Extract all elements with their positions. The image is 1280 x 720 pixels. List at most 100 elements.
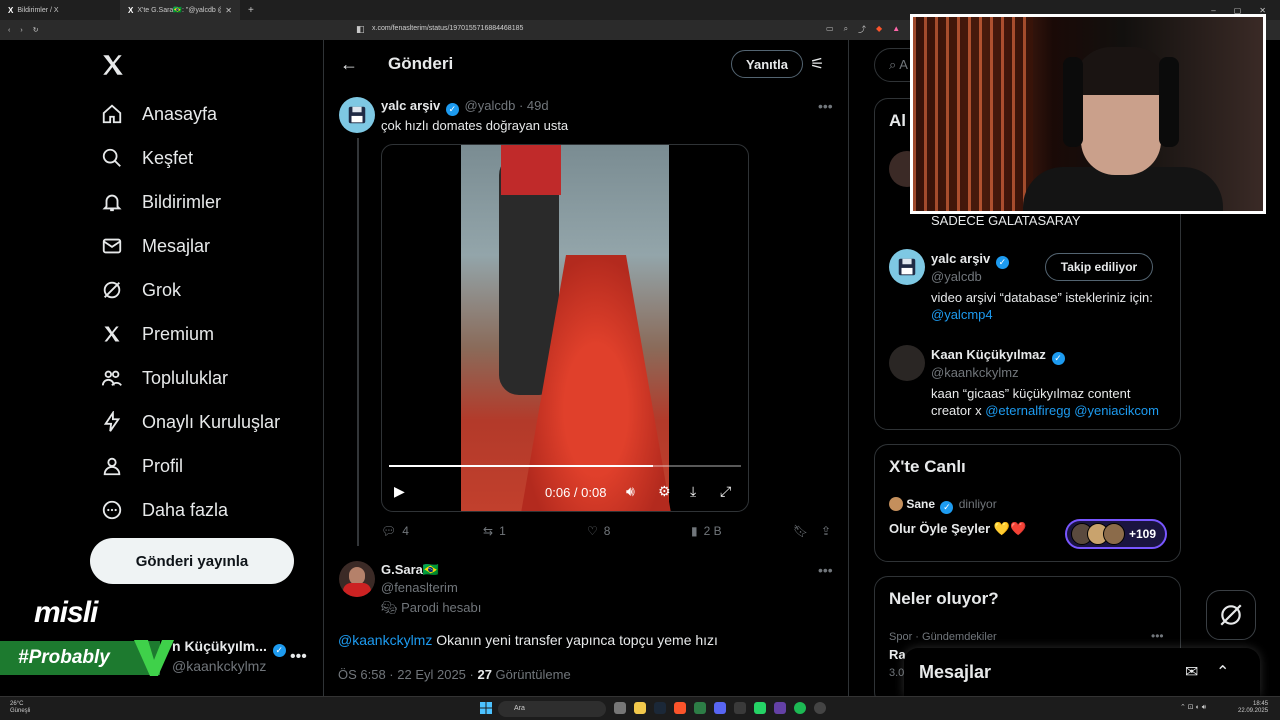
- taskbar-search[interactable]: Ara: [498, 701, 606, 717]
- clock[interactable]: 18:45 22.09.2025: [1238, 701, 1268, 715]
- nav-label: Topluluklar: [142, 367, 229, 388]
- windows-start-icon[interactable]: [480, 702, 492, 714]
- nav-label: Grok: [142, 279, 182, 300]
- nav-item-messages[interactable]: Mesajlar: [100, 232, 210, 260]
- user-name[interactable]: yalc arşiv ✓: [931, 251, 1011, 269]
- nav-item-communities[interactable]: Topluluklar: [100, 364, 228, 392]
- author-name[interactable]: yalc arşiv: [381, 98, 440, 113]
- obs-icon[interactable]: [814, 702, 826, 714]
- close-tab-icon[interactable]: ✕: [225, 6, 232, 15]
- post-button[interactable]: Gönderi yayınla: [90, 538, 294, 584]
- app-icon[interactable]: [694, 702, 706, 714]
- video-player[interactable]: ▶ 0:06 / 0:08 🔊︎ ⚙ ⤓ ⤢: [381, 144, 749, 512]
- forward-nav-icon[interactable]: ›: [20, 27, 22, 34]
- bookmark-icon[interactable]: ◧: [356, 24, 365, 35]
- tab-post[interactable]: X X'te G.Sara🇧🇷: "@yalcdb @k... ✕: [120, 0, 240, 20]
- nav-item-explore[interactable]: Keşfet: [100, 144, 193, 172]
- picture-in-picture-icon[interactable]: ⤓: [690, 483, 696, 500]
- post-more-icon[interactable]: •••: [818, 98, 833, 114]
- user-handle[interactable]: @kaankckylmz: [931, 365, 1019, 380]
- grok-button[interactable]: [1206, 590, 1256, 640]
- reply-author-name[interactable]: G.Sara🇧🇷: [381, 562, 439, 577]
- space-title[interactable]: Olur Öyle Şeyler 💛❤️: [889, 521, 1026, 537]
- tab-notifications[interactable]: X Bildirimler / X: [0, 0, 120, 20]
- nav-item-premium[interactable]: Premium: [100, 320, 214, 348]
- like-action[interactable]: ♡ 8: [587, 524, 610, 538]
- fullscreen-icon[interactable]: ⤢: [720, 483, 731, 500]
- brave-icon[interactable]: [674, 702, 686, 714]
- x-logo-icon[interactable]: [100, 52, 126, 85]
- reply-text: @kaankckylmz Okanın yeni transfer yapınc…: [338, 632, 718, 648]
- avatar[interactable]: [339, 561, 375, 597]
- streamer-hair: [1073, 47, 1171, 95]
- whatsapp-icon[interactable]: [754, 702, 766, 714]
- user-name[interactable]: Kaan Küçükyılmaz ✓: [931, 347, 1067, 365]
- first-user-bio: SADECE GALATASARAY: [931, 213, 1081, 228]
- user-handle[interactable]: @yalcdb: [931, 269, 982, 284]
- bio-link[interactable]: @yalcmp4: [931, 307, 993, 322]
- avatar[interactable]: [339, 97, 375, 133]
- avatar[interactable]: [889, 249, 925, 285]
- nav-item-verified-orgs[interactable]: Onaylı Kuruluşlar: [100, 408, 280, 436]
- reply-author-handle[interactable]: @fenaslterim: [381, 580, 458, 595]
- task-view-icon[interactable]: [614, 702, 626, 714]
- following-button[interactable]: Takip ediliyor: [1045, 253, 1153, 281]
- nav-item-grok[interactable]: Grok: [100, 276, 181, 304]
- mask-icon: 🎭︎: [381, 600, 398, 615]
- share-icon[interactable]: ⤴: [858, 24, 866, 35]
- share-post-icon[interactable]: ⇪: [821, 524, 831, 538]
- reload-icon[interactable]: ↻: [33, 26, 39, 34]
- author-handle[interactable]: @yalcdb: [465, 98, 516, 113]
- nav-item-more[interactable]: Daha fazla: [100, 496, 228, 524]
- brave-rewards-icon[interactable]: ▲: [892, 24, 900, 35]
- new-tab-button[interactable]: +: [240, 5, 262, 16]
- weather-text: Güneşli: [10, 708, 31, 714]
- listeners-pill[interactable]: +109: [1065, 519, 1167, 549]
- post-age[interactable]: 49d: [527, 98, 549, 113]
- video-frame[interactable]: [461, 145, 671, 511]
- verified-badge-icon: ✓: [940, 501, 954, 514]
- account-switcher[interactable]: n Küçükyılm... ✓ @kaankckylmz: [172, 638, 288, 674]
- nav-label: Mesajlar: [142, 235, 211, 256]
- app-icon[interactable]: [774, 702, 786, 714]
- system-tray[interactable]: ⌃ ⊡ ◐ 🔊︎: [1180, 703, 1206, 712]
- cast-icon[interactable]: ▭: [826, 24, 834, 35]
- file-explorer-icon[interactable]: [634, 702, 646, 714]
- url-field[interactable]: x.com/fenaslterim/status/197015571688446…: [372, 25, 523, 32]
- back-nav-icon[interactable]: ‹: [8, 27, 10, 34]
- nav-item-home[interactable]: Anasayfa: [100, 100, 217, 128]
- app-icon[interactable]: [734, 702, 746, 714]
- nav-item-profile[interactable]: Profil: [100, 452, 183, 480]
- steam-icon[interactable]: [654, 702, 666, 714]
- discord-icon[interactable]: [714, 702, 726, 714]
- new-message-icon[interactable]: ✉: [1185, 662, 1198, 682]
- trend-more-icon[interactable]: •••: [1151, 629, 1164, 643]
- volume-icon[interactable]: 🔊︎: [626, 483, 635, 500]
- reply-more-icon[interactable]: •••: [818, 562, 833, 578]
- spotify-icon[interactable]: [794, 702, 806, 714]
- brave-shield-icon[interactable]: ◆: [876, 24, 882, 35]
- mention-link[interactable]: @kaankckylmz: [338, 632, 432, 648]
- repost-icon: ⇆: [483, 524, 494, 538]
- live-host[interactable]: Sane ✓ dinliyor: [889, 497, 997, 514]
- reply-button[interactable]: Yanıtla: [731, 50, 803, 78]
- account-more-icon[interactable]: •••: [290, 648, 307, 666]
- back-arrow-icon[interactable]: ←: [340, 54, 358, 75]
- avatar-shirt: [343, 583, 371, 597]
- nav-item-notifications[interactable]: Bildirimler: [100, 188, 221, 216]
- expand-icon[interactable]: ⌃: [1216, 662, 1229, 682]
- play-icon[interactable]: ▶: [394, 483, 405, 500]
- video-progress-bar[interactable]: [389, 465, 741, 467]
- bio-link[interactable]: @eternalfiregg @yeniacikcom: [985, 403, 1159, 418]
- messages-drawer[interactable]: Mesajlar ✉ ⌃: [904, 648, 1260, 696]
- filter-icon[interactable]: ⚟: [810, 54, 824, 74]
- zoom-icon[interactable]: ⌕: [844, 24, 848, 35]
- repost-action[interactable]: ⇆ 1: [483, 524, 506, 538]
- avatar[interactable]: [889, 345, 925, 381]
- settings-icon[interactable]: ⚙: [658, 483, 671, 500]
- bookmark-post-icon[interactable]: 🔖︎: [793, 524, 808, 538]
- views-action[interactable]: ▮ 2 B: [691, 524, 722, 538]
- post-timestamp[interactable]: ÖS 6:58 · 22 Eyl 2025 ·: [338, 667, 477, 682]
- weather-widget[interactable]: 26°C Güneşli: [10, 701, 30, 715]
- reply-action[interactable]: 💬︎ 4: [381, 524, 409, 538]
